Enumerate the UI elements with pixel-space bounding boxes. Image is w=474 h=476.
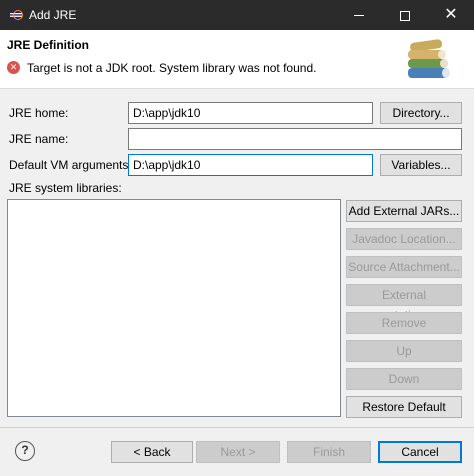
wizard-header: JRE Definition ✕ Target is not a JDK roo…: [0, 30, 474, 89]
minimize-button[interactable]: [336, 0, 382, 30]
external-annotations-button[interactable]: External annotations...: [346, 284, 462, 322]
source-attachment-button[interactable]: Source Attachment...: [346, 256, 462, 278]
remove-button[interactable]: Remove: [346, 312, 462, 334]
eclipse-app-icon: [9, 8, 23, 22]
minimize-icon: [354, 15, 364, 17]
down-button[interactable]: Down: [346, 368, 462, 390]
variables-button[interactable]: Variables...: [380, 154, 462, 176]
maximize-button[interactable]: [382, 0, 428, 30]
close-button[interactable]: ✕: [428, 0, 474, 30]
back-button[interactable]: < Back: [111, 441, 193, 463]
restore-default-button[interactable]: Restore Default: [346, 396, 462, 418]
finish-button[interactable]: Finish: [287, 441, 371, 463]
next-button[interactable]: Next >: [196, 441, 280, 463]
window-title: Add JRE: [29, 8, 77, 22]
footer-separator: [0, 427, 474, 428]
jre-system-libraries-label: JRE system libraries:: [9, 181, 122, 195]
title-bar: Add JRE ✕: [0, 0, 474, 30]
jre-home-label: JRE home:: [9, 106, 69, 120]
cancel-button[interactable]: Cancel: [378, 441, 462, 463]
jre-name-label: JRE name:: [9, 132, 69, 146]
maximize-icon: [400, 10, 410, 21]
jre-name-field[interactable]: [128, 128, 462, 150]
vm-args-field[interactable]: [128, 154, 373, 176]
error-icon: ✕: [7, 61, 20, 74]
jre-home-field[interactable]: [128, 102, 373, 124]
page-title: JRE Definition: [7, 38, 90, 52]
javadoc-location-button[interactable]: Javadoc Location...: [346, 228, 462, 250]
books-icon: [408, 39, 450, 78]
add-external-jars-button[interactable]: Add External JARs...: [346, 200, 462, 222]
up-button[interactable]: Up: [346, 340, 462, 362]
help-icon[interactable]: ?: [15, 441, 35, 461]
error-message: Target is not a JDK root. System library…: [27, 61, 317, 75]
close-icon: ✕: [444, 6, 458, 23]
vm-args-label: Default VM arguments:: [9, 158, 132, 172]
jre-libraries-list[interactable]: [7, 199, 341, 417]
directory-button[interactable]: Directory...: [380, 102, 462, 124]
